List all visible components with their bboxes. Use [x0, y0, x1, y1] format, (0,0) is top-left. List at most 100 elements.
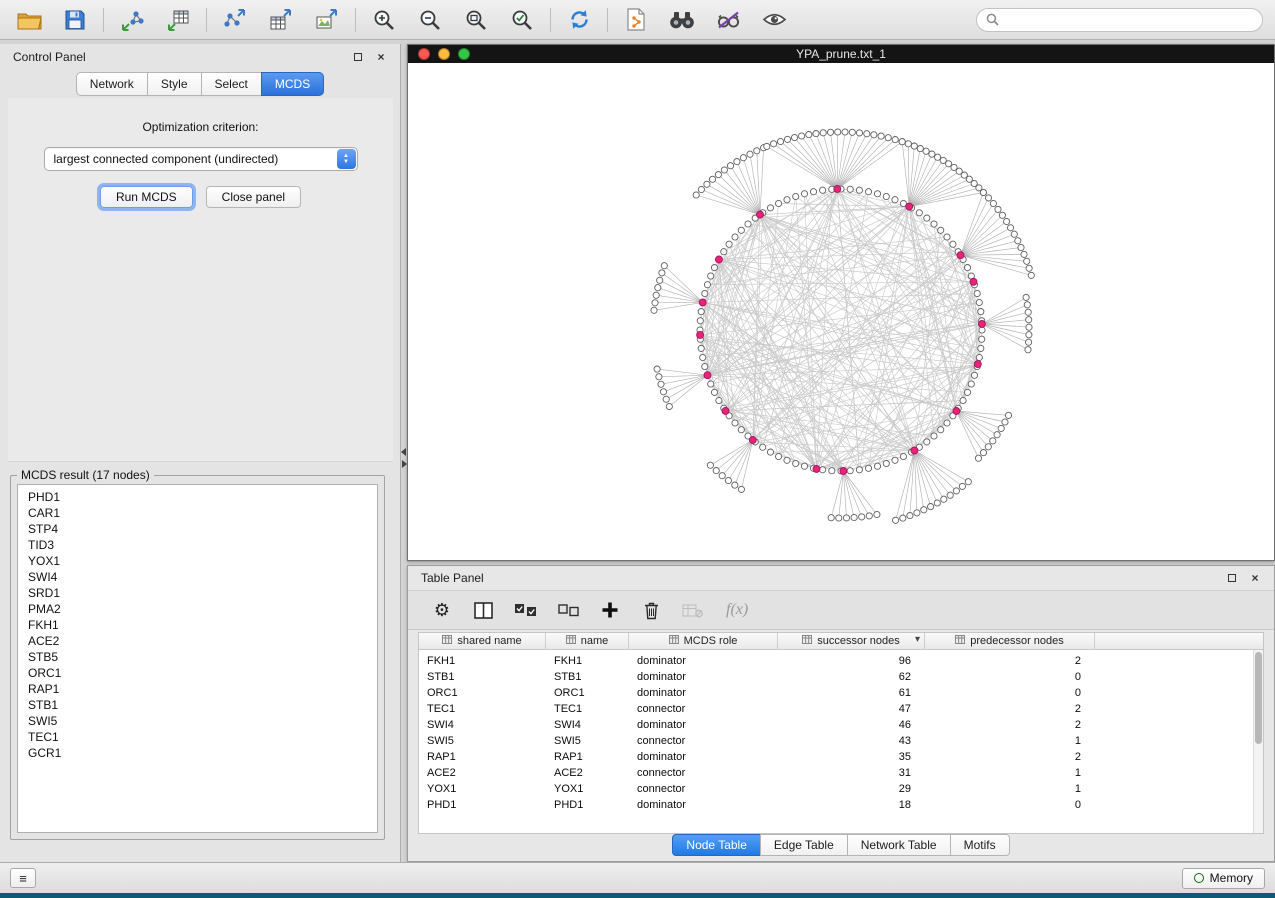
glasses-slash-icon [716, 10, 741, 29]
column-header-successor-nodes[interactable]: successor nodes▾ [778, 633, 925, 649]
table-float-button[interactable] [1226, 572, 1238, 584]
result-item[interactable]: STP4 [28, 521, 377, 537]
result-item[interactable]: GCR1 [28, 745, 377, 761]
result-item[interactable]: STB5 [28, 649, 377, 665]
export-network-button[interactable] [220, 6, 250, 34]
memory-button[interactable]: Memory [1182, 868, 1265, 889]
show-hide-panel-button[interactable] [759, 6, 789, 34]
cell-predecessor_nodes: 2 [925, 719, 1095, 731]
export-image-button[interactable] [312, 6, 342, 34]
tab-motifs[interactable]: Motifs [950, 834, 1010, 856]
column-header-MCDS-role[interactable]: MCDS role [629, 633, 778, 649]
column-visibility-button[interactable] [473, 598, 493, 622]
export-network-icon [223, 9, 247, 31]
tab-node-table[interactable]: Node Table [672, 834, 761, 856]
window-minimize-button[interactable] [438, 48, 450, 60]
window-zoom-button[interactable] [458, 48, 470, 60]
table-row[interactable]: PHD1PHD1dominator180 [419, 797, 1263, 813]
result-item[interactable]: CAR1 [28, 505, 377, 521]
result-item[interactable]: ORC1 [28, 665, 377, 681]
result-item[interactable]: ACE2 [28, 633, 377, 649]
import-network-button[interactable] [117, 6, 147, 34]
tab-network[interactable]: Network [76, 72, 148, 96]
tab-style[interactable]: Style [147, 72, 202, 96]
window-close-button[interactable] [418, 48, 430, 60]
table-row[interactable]: SWI5SWI5connector431 [419, 733, 1263, 749]
table-row[interactable]: STB1STB1dominator620 [419, 669, 1263, 685]
create-column-button[interactable] [600, 598, 620, 622]
deselect-all-rows-button[interactable] [558, 598, 579, 622]
run-mcds-button[interactable]: Run MCDS [100, 186, 193, 208]
tab-network-table[interactable]: Network Table [847, 834, 951, 856]
table-row[interactable]: TEC1TEC1connector472 [419, 701, 1263, 717]
zoom-fit-icon [465, 9, 487, 31]
close-control-panel-button[interactable]: × [375, 51, 387, 63]
result-item[interactable]: FKH1 [28, 617, 377, 633]
tab-select[interactable]: Select [201, 72, 262, 96]
tab-edge-table[interactable]: Edge Table [760, 834, 848, 856]
table-close-button[interactable]: × [1249, 572, 1261, 584]
collapse-left-icon[interactable] [401, 448, 406, 456]
open-session-button[interactable] [14, 6, 44, 34]
result-item[interactable]: PHD1 [28, 489, 377, 505]
network-canvas-svg[interactable] [408, 63, 1274, 560]
result-item[interactable]: TEC1 [28, 729, 377, 745]
zoom-in-button[interactable] [369, 6, 399, 34]
cell-successor_nodes: 29 [778, 783, 925, 795]
result-item[interactable]: YOX1 [28, 553, 377, 569]
control-panel-tabs: NetworkStyleSelectMCDS [0, 72, 400, 96]
table-row[interactable]: FKH1FKH1dominator962 [419, 653, 1263, 669]
export-table-icon [269, 9, 293, 31]
table-panel-header: Table Panel × [408, 566, 1274, 590]
select-all-rows-button[interactable] [514, 598, 537, 622]
zoom-fit-button[interactable] [461, 6, 491, 34]
zoom-selected-button[interactable] [507, 6, 537, 34]
table-row[interactable]: ACE2ACE2connector311 [419, 765, 1263, 781]
float-panel-button[interactable] [352, 51, 364, 63]
cell-shared_name: RAP1 [419, 751, 546, 763]
cell-predecessor_nodes: 1 [925, 783, 1095, 795]
search-box[interactable] [976, 8, 1263, 32]
export-table-button[interactable] [266, 6, 296, 34]
result-item[interactable]: RAP1 [28, 681, 377, 697]
column-header-shared-name[interactable]: shared name [419, 633, 546, 649]
table-row[interactable]: ORC1ORC1dominator610 [419, 685, 1263, 701]
table-row[interactable]: SWI4SWI4dominator462 [419, 717, 1263, 733]
memory-status-icon [1194, 873, 1204, 883]
delete-column-button[interactable] [641, 598, 661, 622]
result-item[interactable]: TID3 [28, 537, 377, 553]
tab-mcds[interactable]: MCDS [261, 72, 324, 96]
optimization-criterion-label: Optimization criterion: [8, 120, 393, 134]
close-mcds-panel-button[interactable]: Close panel [206, 186, 301, 208]
column-header-predecessor-nodes[interactable]: predecessor nodes [925, 633, 1095, 649]
apply-layout-button[interactable] [564, 6, 594, 34]
zoom-out-button[interactable] [415, 6, 445, 34]
task-history-button[interactable]: ≡ [10, 868, 36, 888]
table-row[interactable]: YOX1YOX1connector291 [419, 781, 1263, 797]
result-item[interactable]: SRD1 [28, 585, 377, 601]
search-input[interactable] [1005, 13, 1253, 27]
criterion-select[interactable]: largest connected component (undirected)… [44, 147, 358, 171]
column-header-label: shared name [457, 635, 521, 647]
toolbar-separator [355, 8, 356, 32]
find-button[interactable] [667, 6, 697, 34]
result-item[interactable]: PMA2 [28, 601, 377, 617]
result-item[interactable]: SWI4 [28, 569, 377, 585]
result-item[interactable]: SWI5 [28, 713, 377, 729]
table-scrollbar[interactable] [1253, 650, 1263, 833]
share-document-button[interactable] [621, 6, 651, 34]
column-header-name[interactable]: name [546, 633, 629, 649]
control-panel-header: Control Panel × [0, 44, 400, 70]
import-table-button[interactable] [163, 6, 193, 34]
columns-icon [474, 602, 493, 619]
result-item[interactable]: STB1 [28, 697, 377, 713]
save-session-button[interactable] [60, 6, 90, 34]
table-panel: Table Panel × ⚙ [407, 565, 1275, 862]
cell-name: ACE2 [546, 767, 629, 779]
table-settings-button[interactable]: ⚙ [432, 598, 452, 622]
table-row[interactable]: RAP1RAP1dominator352 [419, 749, 1263, 765]
toggle-graphics-details-button[interactable] [713, 6, 743, 34]
scrollbar-thumb[interactable] [1255, 652, 1262, 744]
control-panel-title: Control Panel [13, 50, 86, 64]
sort-dropdown-icon[interactable]: ▾ [915, 634, 920, 645]
